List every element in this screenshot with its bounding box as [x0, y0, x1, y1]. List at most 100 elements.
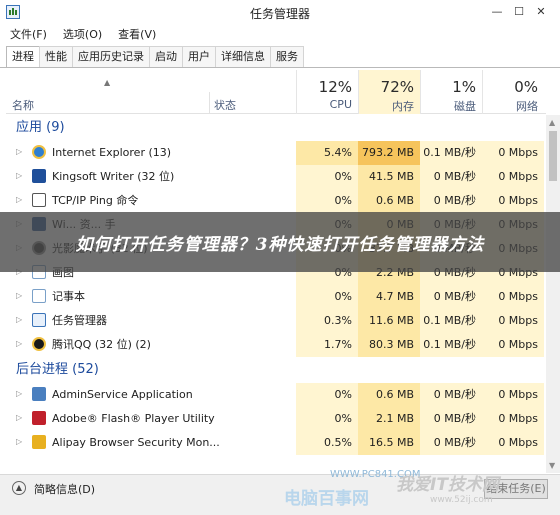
sort-up-icon: ▲ — [104, 78, 111, 87]
title-bar: 任务管理器 — ☐ ✕ — [0, 0, 560, 26]
tab-startup[interactable]: 启动 — [149, 46, 183, 67]
tab-divider — [0, 67, 560, 68]
process-name: 腾讯QQ (32 位) (2) — [52, 338, 151, 351]
network-cell: 0 Mbps — [482, 165, 544, 189]
table-row[interactable]: ▷ TCP/IP Ping 命令 0% 0.6 MB 0 MB/秒 0 Mbps — [6, 189, 546, 213]
column-header: ▲ 名称 状态 12% CPU 72% 内存 1% 磁盘 0% 网络 — [6, 70, 546, 114]
table-row[interactable]: ▷ Alipay Browser Security Mon... 0.5% 16.5 … — [6, 431, 546, 455]
chevron-right-icon[interactable]: ▷ — [16, 291, 22, 300]
table-row[interactable]: ▷ Adobe® Flash® Player Utility 0% 2.1 MB 0 M… — [6, 407, 546, 431]
chevron-right-icon[interactable]: ▷ — [16, 389, 22, 398]
menu-view[interactable]: 查看(V) — [108, 26, 162, 44]
menu-file[interactable]: 文件(F) — [0, 26, 53, 44]
network-cell: 0 Mbps — [482, 383, 544, 407]
cpu-cell: 0.3% — [296, 309, 358, 333]
tab-users[interactable]: 用户 — [182, 46, 216, 67]
tab-processes[interactable]: 进程 — [6, 46, 40, 68]
maximize-button[interactable]: ☐ — [508, 4, 530, 20]
chevron-right-icon[interactable]: ▷ — [16, 147, 22, 156]
chevron-right-icon[interactable]: ▷ — [16, 437, 22, 446]
process-name: TCP/IP Ping 命令 — [52, 194, 139, 207]
memory-cell: 0.6 MB — [358, 189, 420, 213]
disk-cell: 0.1 MB/秒 — [420, 141, 482, 165]
tab-performance[interactable]: 性能 — [39, 46, 73, 67]
chevron-right-icon[interactable]: ▷ — [16, 171, 22, 180]
window-title: 任务管理器 — [249, 7, 310, 21]
cpu-percent: 12% — [318, 78, 352, 96]
network-percent: 0% — [514, 78, 538, 96]
disk-cell: 0.1 MB/秒 — [420, 333, 482, 357]
qq-icon — [32, 337, 46, 351]
memory-cell: 793.2 MB — [358, 141, 420, 165]
tab-details[interactable]: 详细信息 — [215, 46, 271, 67]
cpu-label: CPU — [329, 98, 352, 111]
chevron-up-circle-icon[interactable]: ▲ — [12, 481, 26, 495]
menu-bar: 文件(F) 选项(O) 查看(V) — [0, 26, 560, 44]
watermark-52ij-url: www.52ij.com — [430, 495, 493, 505]
table-row[interactable]: ▷ 记事本 0% 4.7 MB 0 MB/秒 0 Mbps — [6, 285, 546, 309]
network-cell: 0 Mbps — [482, 407, 544, 431]
disk-cell: 0 MB/秒 — [420, 383, 482, 407]
alipay-icon — [32, 435, 46, 449]
column-disk[interactable]: 1% 磁盘 — [420, 70, 482, 114]
cpu-cell: 0% — [296, 383, 358, 407]
memory-label: 内存 — [392, 100, 414, 113]
column-divider — [209, 92, 210, 114]
network-icon — [32, 193, 46, 207]
memory-cell: 41.5 MB — [358, 165, 420, 189]
kingsoft-writer-icon — [32, 169, 46, 183]
network-cell: 0 Mbps — [482, 309, 544, 333]
column-status[interactable]: 状态 — [214, 97, 236, 113]
menu-options[interactable]: 选项(O) — [53, 26, 108, 44]
memory-cell: 11.6 MB — [358, 309, 420, 333]
cpu-cell: 0% — [296, 165, 358, 189]
column-memory[interactable]: 72% 内存 — [358, 70, 420, 114]
flash-icon — [32, 411, 46, 425]
fewer-details-link[interactable]: 简略信息(D) — [34, 481, 95, 497]
network-label: 网络 — [516, 100, 538, 113]
cpu-cell: 1.7% — [296, 333, 358, 357]
disk-cell: 0 MB/秒 — [420, 165, 482, 189]
process-name: Adobe® Flash® Player Utility — [52, 412, 215, 425]
process-name: Kingsoft Writer (32 位) — [52, 170, 175, 183]
task-manager-icon — [32, 313, 46, 327]
cpu-cell: 0% — [296, 285, 358, 309]
scroll-thumb[interactable] — [549, 131, 557, 181]
watermark-diannao: 电脑百事网 — [284, 489, 369, 509]
group-title: 后台进程 (52) — [16, 362, 99, 377]
process-name: Internet Explorer (13) — [52, 146, 172, 159]
memory-cell: 80.3 MB — [358, 333, 420, 357]
chevron-right-icon[interactable]: ▷ — [16, 413, 22, 422]
table-row[interactable]: ▷ AdminService Application 0% 0.6 MB 0 MB/秒 0… — [6, 383, 546, 407]
column-network[interactable]: 0% 网络 — [482, 70, 544, 114]
cpu-cell: 0% — [296, 407, 358, 431]
process-name: 任务管理器 — [52, 314, 107, 327]
process-list: 应用 (9) ▷ Internet Explorer (13) 5.4% 793.2 M… — [6, 115, 546, 473]
table-row[interactable]: ▷ Kingsoft Writer (32 位) 0% 41.5 MB 0 MB/秒 0 … — [6, 165, 546, 189]
scroll-up-icon[interactable]: ▲ — [549, 118, 555, 127]
scroll-down-icon[interactable]: ▼ — [549, 461, 555, 470]
close-button[interactable]: ✕ — [530, 4, 552, 20]
column-name[interactable]: 名称 — [12, 97, 34, 113]
chevron-right-icon[interactable]: ▷ — [16, 195, 22, 204]
table-row[interactable]: ▷ 任务管理器 0.3% 11.6 MB 0.1 MB/秒 0 Mbps — [6, 309, 546, 333]
tab-app-history[interactable]: 应用历史记录 — [72, 46, 150, 67]
network-cell: 0 Mbps — [482, 285, 544, 309]
vertical-scrollbar[interactable]: ▲ ▼ — [546, 115, 560, 473]
tab-services[interactable]: 服务 — [270, 46, 304, 67]
minimize-button[interactable]: — — [486, 4, 508, 20]
process-name: AdminService Application — [52, 388, 193, 401]
chevron-right-icon[interactable]: ▷ — [16, 315, 22, 324]
table-row[interactable]: ▷ 腾讯QQ (32 位) (2) 1.7% 80.3 MB 0.1 MB/秒 0 Mbp… — [6, 333, 546, 357]
tab-strip: 进程 性能 应用历史记录 启动 用户 详细信息 服务 — [6, 46, 304, 68]
column-cpu[interactable]: 12% CPU — [296, 70, 358, 114]
table-row[interactable]: ▷ Internet Explorer (13) 5.4% 793.2 MB 0.1 M… — [6, 141, 546, 165]
disk-cell: 0 MB/秒 — [420, 407, 482, 431]
cpu-cell: 0% — [296, 189, 358, 213]
network-cell: 0 Mbps — [482, 431, 544, 455]
chevron-right-icon[interactable]: ▷ — [16, 339, 22, 348]
memory-cell: 16.5 MB — [358, 431, 420, 455]
network-cell: 0 Mbps — [482, 189, 544, 213]
network-cell: 0 Mbps — [482, 333, 544, 357]
disk-cell: 0 MB/秒 — [420, 285, 482, 309]
